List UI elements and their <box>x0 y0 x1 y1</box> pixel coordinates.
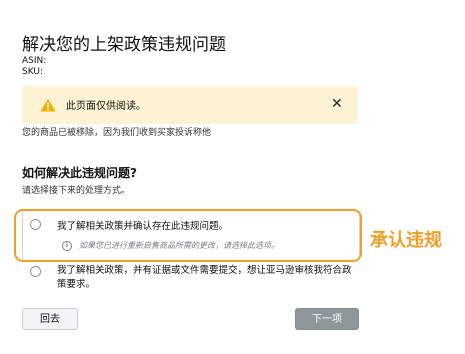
read-only-notice: 此页面仅供阅读。 ✕ <box>22 86 358 124</box>
option-appeal-radio[interactable] <box>30 266 41 277</box>
warning-icon <box>40 98 56 112</box>
option-acknowledge-label: 我了解相关政策并确认存在此违规问题。 <box>57 221 229 232</box>
next-button[interactable]: 下一项 <box>295 308 359 330</box>
asin-label: ASIN: <box>22 56 47 66</box>
info-icon: i <box>62 241 72 251</box>
option-acknowledge-hint: 如果您已进行重新启售商品所需的更改，请选择此选项。 <box>79 241 279 250</box>
question-subtext: 请选择接下来的处理方式。 <box>22 186 131 196</box>
callout-annotation: 承认违规 <box>370 230 442 251</box>
option-acknowledge-radio[interactable] <box>30 219 41 230</box>
back-button[interactable]: 回去 <box>22 308 78 330</box>
sku-label: SKU: <box>22 67 43 77</box>
question-heading: 如何解决此违规问题? <box>22 166 137 180</box>
close-icon[interactable]: ✕ <box>331 95 343 113</box>
option-appeal-label: 我了解相关政策，并有证据或文件需要提交，想让亚马逊审核我符合政策要求。 <box>57 265 352 290</box>
removal-reason-text: 您的商品已被移除，因为我们收到买家投诉称他 <box>22 128 212 138</box>
notice-text: 此页面仅供阅读。 <box>66 101 146 112</box>
page-title: 解决您的上架政策违规问题 <box>22 35 226 55</box>
